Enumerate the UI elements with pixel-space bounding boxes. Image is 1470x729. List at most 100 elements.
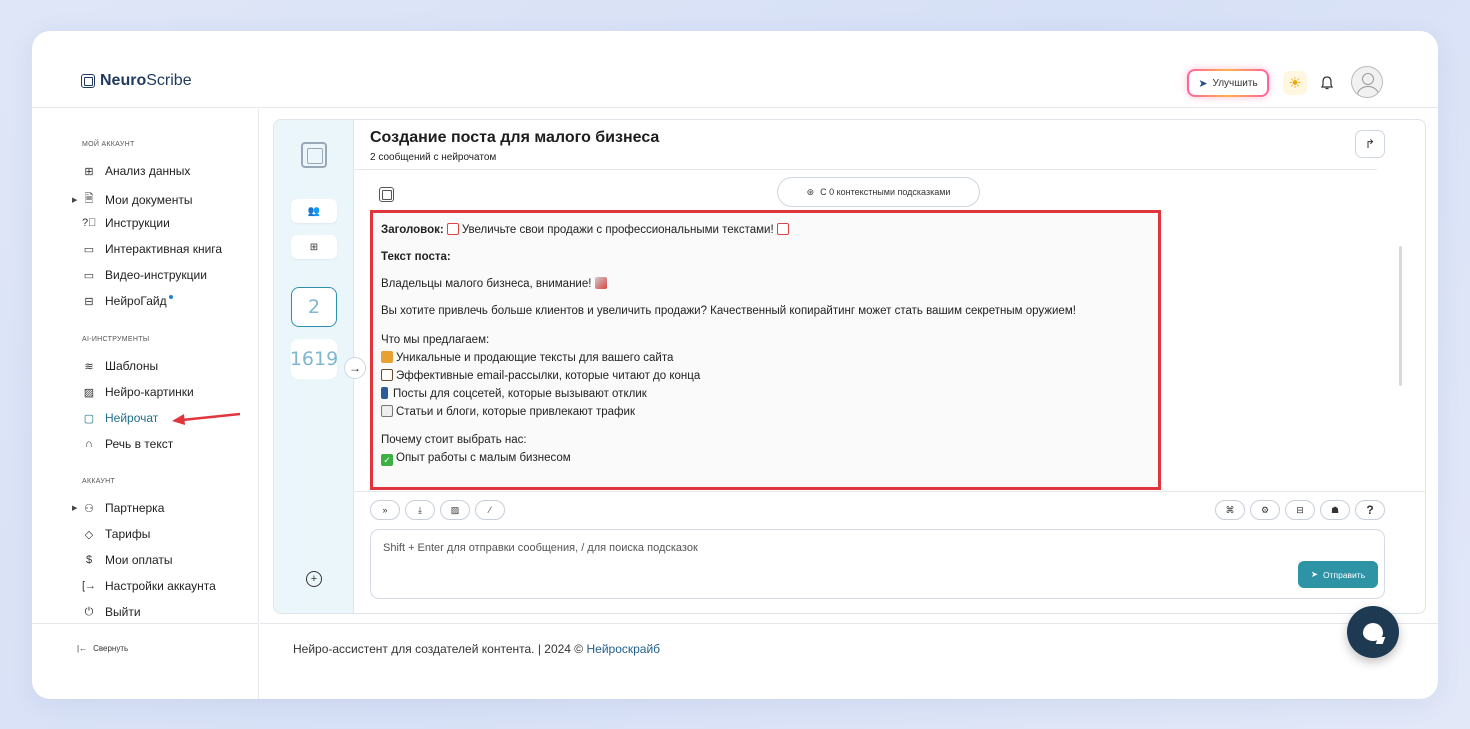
offer-text: Статьи и блоги, которые привлекают трафи… [396,406,635,418]
settings-button[interactable]: ⚙ [1250,500,1280,520]
sidebar-item-data-analysis[interactable]: ⊞ Анализ данных [82,164,190,178]
message-input-placeholder: Shift + Enter для отправки сообщения, / … [383,542,698,554]
message-input[interactable]: Shift + Enter для отправки сообщения, / … [370,529,1385,599]
sidebar-item-neuroguide[interactable]: ⊟ НейроГайд [82,294,173,308]
download-button[interactable]: ⤓ [405,500,435,520]
theme-toggle-sun-icon[interactable]: ☀ [1283,71,1307,95]
help-button[interactable]: ? [1355,500,1385,520]
collapse-sidebar-button[interactable]: |← Свернуть [77,644,128,653]
help-icon: ?⃝ [82,217,97,229]
assistant-avatar-icon [379,187,394,202]
image-button[interactable]: ▨ [440,500,470,520]
sidebar-item-account-settings[interactable]: [→ Настройки аккаунта [82,579,216,593]
why-title: Почему стоит выбрать нас: [381,434,527,446]
logo-icon [81,74,95,88]
grid-icon: ⊞ [309,241,319,253]
help-icon: ? [1366,503,1374,517]
sidebar-item-my-documents[interactable]: ▶ 🗎 Мои документы [72,190,193,209]
headline-text: Увеличьте свои продажи с профессиональны… [461,224,774,236]
header-divider [354,169,1377,170]
sidebar-item-my-payments[interactable]: $ Мои оплаты [82,553,173,567]
sidebar-item-speech-to-text[interactable]: ∩ Речь в текст [82,437,173,451]
assistant-message: Заголовок: Увеличьте свои продажи с проф… [370,210,1161,490]
bot-button[interactable]: ☗ [1320,500,1350,520]
grid-icon: ⊞ [84,165,94,178]
sidebar-item-templates[interactable]: ≋ Шаблоны [82,359,158,373]
add-chat-icon[interactable]: + [306,571,322,587]
page-footer: Нейро-ассистент для создателей контента.… [260,623,1438,699]
sidebar-item-logout[interactable]: ⏻ Выйти [82,605,141,619]
toolbar-divider [354,491,1425,492]
users-button[interactable]: 👥 [291,199,337,223]
grid-button[interactable]: ⊞ [291,235,337,259]
notifications-bell-icon[interactable] [1317,73,1337,93]
offer-text: Эффективные email-рассылки, которые чита… [396,370,701,382]
puzzle-icon: ⌘ [1225,504,1235,515]
send-icon: ➤ [1310,569,1318,579]
expand-arrow-icon[interactable]: → [344,357,366,379]
chat-bubble-icon [1363,623,1383,641]
caret-right-icon: ▶ [72,505,78,512]
sidebar-item-neurochat[interactable]: ▢ Нейрочат [82,411,159,425]
top-bar: NeuroScribe ➤ Улучшить ☀ [32,31,1438,108]
newspaper-emoji-icon [381,405,393,417]
collapse-messages-button[interactable]: » [370,500,400,520]
why-list: Почему стоит выбрать нас: ✓ Опыт работы с… [381,431,1150,467]
layout-button[interactable]: ⊟ [1285,500,1315,520]
message-count: 2 [291,287,337,327]
sidebar-item-video-instructions[interactable]: ▭ Видео-инструкции [82,268,207,282]
document-icon: 🗎 [84,193,94,205]
footer-caption: Нейро-ассистент для создателей контента.… [293,642,587,656]
magic-wand-button[interactable]: ⁄ [475,500,505,520]
phone-emoji-icon [381,387,388,399]
offers-title: Что мы предлагаем: [381,334,490,346]
logo-text: Scribe [146,72,192,89]
sidebar-item-tariffs[interactable]: ◇ Тарифы [82,527,151,541]
sidebar-item-partner[interactable]: ▶ ⚇ Партнерка [72,501,165,515]
dollar-icon: $ [85,554,93,566]
sidebar-item-label: Нейрочат [105,411,159,425]
plugin-button[interactable]: ⌘ [1215,500,1245,520]
headline-label: Заголовок: [381,224,444,236]
headline-paragraph: Заголовок: Увеличьте свои продажи с проф… [381,223,1150,238]
palette-icon: ⊛ [806,186,815,197]
collapse-icon: |← [77,644,88,653]
sidebar-item-label: Партнерка [105,501,165,515]
share-icon: ↱ [1364,137,1376,151]
rocket-emoji-icon [594,277,607,289]
red-annotation-arrow [172,412,241,425]
offer-text: Уникальные и продающие тексты для вашего… [396,352,674,364]
image-icon: ▨ [83,386,95,399]
sidebar-item-instructions[interactable]: ?⃝ Инструкции [82,216,170,230]
robot-icon: ☗ [1330,504,1340,515]
caret-right-icon: ▶ [72,196,78,204]
collapse-label: Свернуть [93,644,129,653]
upgrade-button[interactable]: ➤ Улучшить [1187,69,1269,97]
send-button[interactable]: ➤ Отправить [1298,561,1378,588]
offer-item: Посты для соцсетей, которые вызывают отк… [381,385,1150,403]
share-button[interactable]: ↱ [1355,130,1385,158]
sidebar-section-ai-tools: AI-ИНСТРУМЕНТЫ [82,336,150,343]
magic-wand-icon: ⁄ [489,505,491,515]
app-logo[interactable]: NeuroScribe [81,72,192,90]
offer-text: Посты для соцсетей, которые вызывают отк… [393,388,647,400]
sidebar-item-label: Речь в текст [105,437,174,451]
footer-link[interactable]: Нейроскрайб [586,642,660,656]
post-p2: Вы хотите привлечь больше клиентов и уве… [381,305,1076,317]
user-avatar[interactable] [1351,66,1383,98]
layers-icon: ≋ [84,360,94,373]
support-chat-button[interactable] [1347,606,1399,658]
sidebar-item-label: Интерактивная книга [105,242,223,256]
gear-icon: ⚙ [1260,504,1270,515]
offer-item: Статьи и блоги, которые привлекают трафи… [381,403,1150,421]
post-p1-text: Владельцы малого бизнеса, внимание! [381,278,592,290]
sidebar-item-interactive-book[interactable]: ▭ Интерактивная книга [82,242,222,256]
sidebar-item-neuro-images[interactable]: ▨ Нейро-картинки [82,385,194,399]
chat-scrollbar[interactable] [1399,246,1402,386]
app-window: NeuroScribe ➤ Улучшить ☀ МОЙ АККАУНТ ⊞ А… [32,31,1438,699]
users-icon: ⚇ [84,502,94,515]
send-label: Отправить [1322,569,1366,580]
sidebar-item-label: Мои документы [105,192,193,207]
context-hints-pill[interactable]: ⊛ С 0 контекстными подсказками [777,177,980,207]
sidebar-item-label: Мои оплаты [105,553,173,567]
